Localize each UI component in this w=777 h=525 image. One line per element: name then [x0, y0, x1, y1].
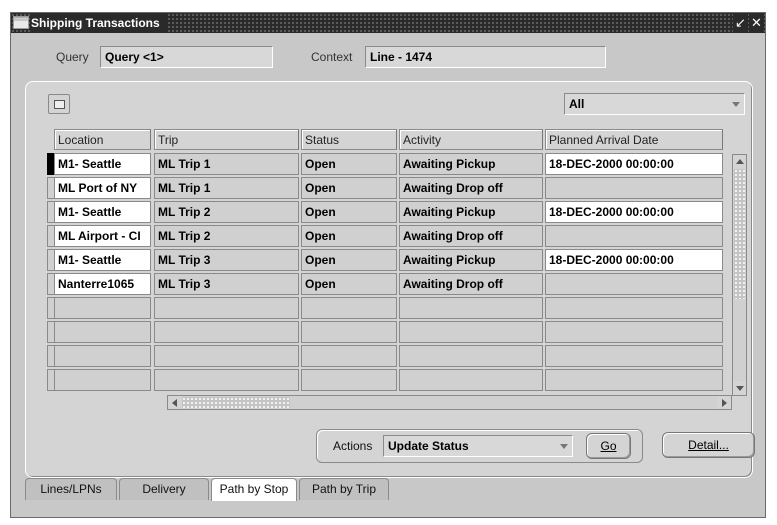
cell-trip[interactable]: ML Trip 1	[154, 177, 299, 199]
cell-status[interactable]: Open	[301, 273, 397, 295]
scroll-left-icon[interactable]	[168, 396, 182, 409]
cell-trip[interactable]: ML Trip 3	[154, 273, 299, 295]
empty-cell[interactable]	[154, 369, 299, 391]
cell-trip[interactable]: ML Trip 3	[154, 249, 299, 271]
vertical-scrollbar[interactable]	[732, 154, 747, 396]
empty-cell[interactable]	[545, 345, 723, 367]
horizontal-scroll-thumb[interactable]	[182, 397, 290, 408]
filter-select-value: All	[569, 97, 585, 111]
cell-activity[interactable]: Awaiting Pickup	[399, 153, 543, 175]
tab-delivery[interactable]: Delivery	[119, 478, 209, 500]
vertical-scroll-thumb[interactable]	[734, 169, 745, 299]
cell-location[interactable]: ML Airport - CI	[54, 225, 151, 247]
cell-location[interactable]: M1- Seattle	[54, 153, 151, 175]
path-by-stop-panel: All Location Trip Status Activity Planne…	[25, 81, 755, 478]
actions-select[interactable]: Update Status	[383, 435, 573, 457]
empty-cell[interactable]	[399, 345, 543, 367]
empty-cell[interactable]	[154, 297, 299, 319]
empty-cell[interactable]	[154, 345, 299, 367]
scroll-down-icon[interactable]	[733, 381, 746, 395]
horizontal-scrollbar[interactable]	[167, 395, 732, 410]
empty-cell[interactable]	[301, 369, 397, 391]
detail-button[interactable]: Detail...	[662, 432, 755, 458]
empty-cell[interactable]	[545, 369, 723, 391]
folder-icon	[54, 100, 65, 109]
cell-status[interactable]: Open	[301, 153, 397, 175]
cell-planned-arrival-date[interactable]: 18-DEC-2000 00:00:00	[545, 201, 723, 223]
scroll-right-icon[interactable]	[717, 396, 731, 409]
tab-path-by-stop[interactable]: Path by Stop	[211, 478, 297, 501]
chevron-down-icon	[560, 444, 568, 449]
actions-select-value: Update Status	[388, 439, 469, 453]
cell-planned-arrival-date[interactable]: 18-DEC-2000 00:00:00	[545, 153, 723, 175]
empty-cell[interactable]	[54, 369, 151, 391]
cell-status[interactable]: Open	[301, 249, 397, 271]
empty-cell[interactable]	[399, 297, 543, 319]
cell-status[interactable]: Open	[301, 177, 397, 199]
chevron-down-icon	[732, 102, 740, 107]
empty-cell[interactable]	[54, 321, 151, 343]
cell-activity[interactable]: Awaiting Drop off	[399, 177, 543, 199]
actions-label: Actions	[333, 439, 373, 453]
context-field[interactable]: Line - 1474	[365, 46, 606, 68]
cell-trip[interactable]: ML Trip 2	[154, 225, 299, 247]
empty-cell[interactable]	[301, 297, 397, 319]
actions-group: Actions Update Status Go	[316, 429, 643, 463]
empty-cell[interactable]	[545, 321, 723, 343]
empty-cell[interactable]	[301, 321, 397, 343]
cell-planned-arrival-date[interactable]	[545, 225, 723, 247]
title-bar[interactable]: ▒▒▒▒▒▒▒▒▒▒▒▒▒▒▒▒▒▒▒▒ Shipping Transactio…	[11, 13, 765, 33]
cell-status[interactable]: Open	[301, 225, 397, 247]
empty-cell[interactable]	[154, 321, 299, 343]
cell-location[interactable]: M1- Seattle	[54, 249, 151, 271]
app-icon: ▒▒▒▒▒▒▒▒▒▒▒▒▒▒▒▒▒▒▒▒	[13, 16, 29, 29]
cell-activity[interactable]: Awaiting Drop off	[399, 225, 543, 247]
cell-activity[interactable]: Awaiting Pickup	[399, 201, 543, 223]
scroll-up-icon[interactable]	[733, 155, 746, 169]
cell-location[interactable]: Nanterre1065	[54, 273, 151, 295]
go-button[interactable]: Go	[586, 433, 631, 459]
cell-trip[interactable]: ML Trip 1	[154, 153, 299, 175]
cell-planned-arrival-date[interactable]	[545, 273, 723, 295]
empty-cell[interactable]	[399, 369, 543, 391]
cell-planned-arrival-date[interactable]	[545, 177, 723, 199]
column-header-activity[interactable]: Activity	[399, 129, 543, 150]
empty-cell[interactable]	[399, 321, 543, 343]
column-header-location[interactable]: Location	[54, 129, 151, 150]
empty-cell[interactable]	[301, 345, 397, 367]
cell-activity[interactable]: Awaiting Pickup	[399, 249, 543, 271]
cell-location[interactable]: M1- Seattle	[54, 201, 151, 223]
cell-planned-arrival-date[interactable]: 18-DEC-2000 00:00:00	[545, 249, 723, 271]
column-header-status[interactable]: Status	[301, 129, 397, 150]
open-folder-button[interactable]	[48, 94, 70, 114]
filter-select[interactable]: All	[564, 93, 745, 115]
query-field[interactable]: Query <1>	[100, 46, 273, 68]
context-label: Context	[311, 50, 353, 64]
empty-cell[interactable]	[545, 297, 723, 319]
window-title: Shipping Transactions	[31, 13, 166, 33]
cell-status[interactable]: Open	[301, 201, 397, 223]
restore-icon[interactable]: ↙	[733, 13, 748, 33]
shipping-transactions-window: ▒▒▒▒▒▒▒▒▒▒▒▒▒▒▒▒▒▒▒▒ Shipping Transactio…	[10, 12, 766, 518]
empty-cell[interactable]	[54, 345, 151, 367]
tab-lines-lpns[interactable]: Lines/LPNs	[25, 478, 117, 500]
tab-path-by-trip[interactable]: Path by Trip	[299, 478, 389, 500]
column-header-trip[interactable]: Trip	[154, 129, 299, 150]
close-icon[interactable]: ✕	[749, 13, 764, 33]
column-header-planned-arrival-date[interactable]: Planned Arrival Date	[545, 129, 723, 150]
cell-activity[interactable]: Awaiting Drop off	[399, 273, 543, 295]
empty-cell[interactable]	[54, 297, 151, 319]
cell-location[interactable]: ML Port of NY	[54, 177, 151, 199]
query-label: Query	[56, 50, 89, 64]
cell-trip[interactable]: ML Trip 2	[154, 201, 299, 223]
